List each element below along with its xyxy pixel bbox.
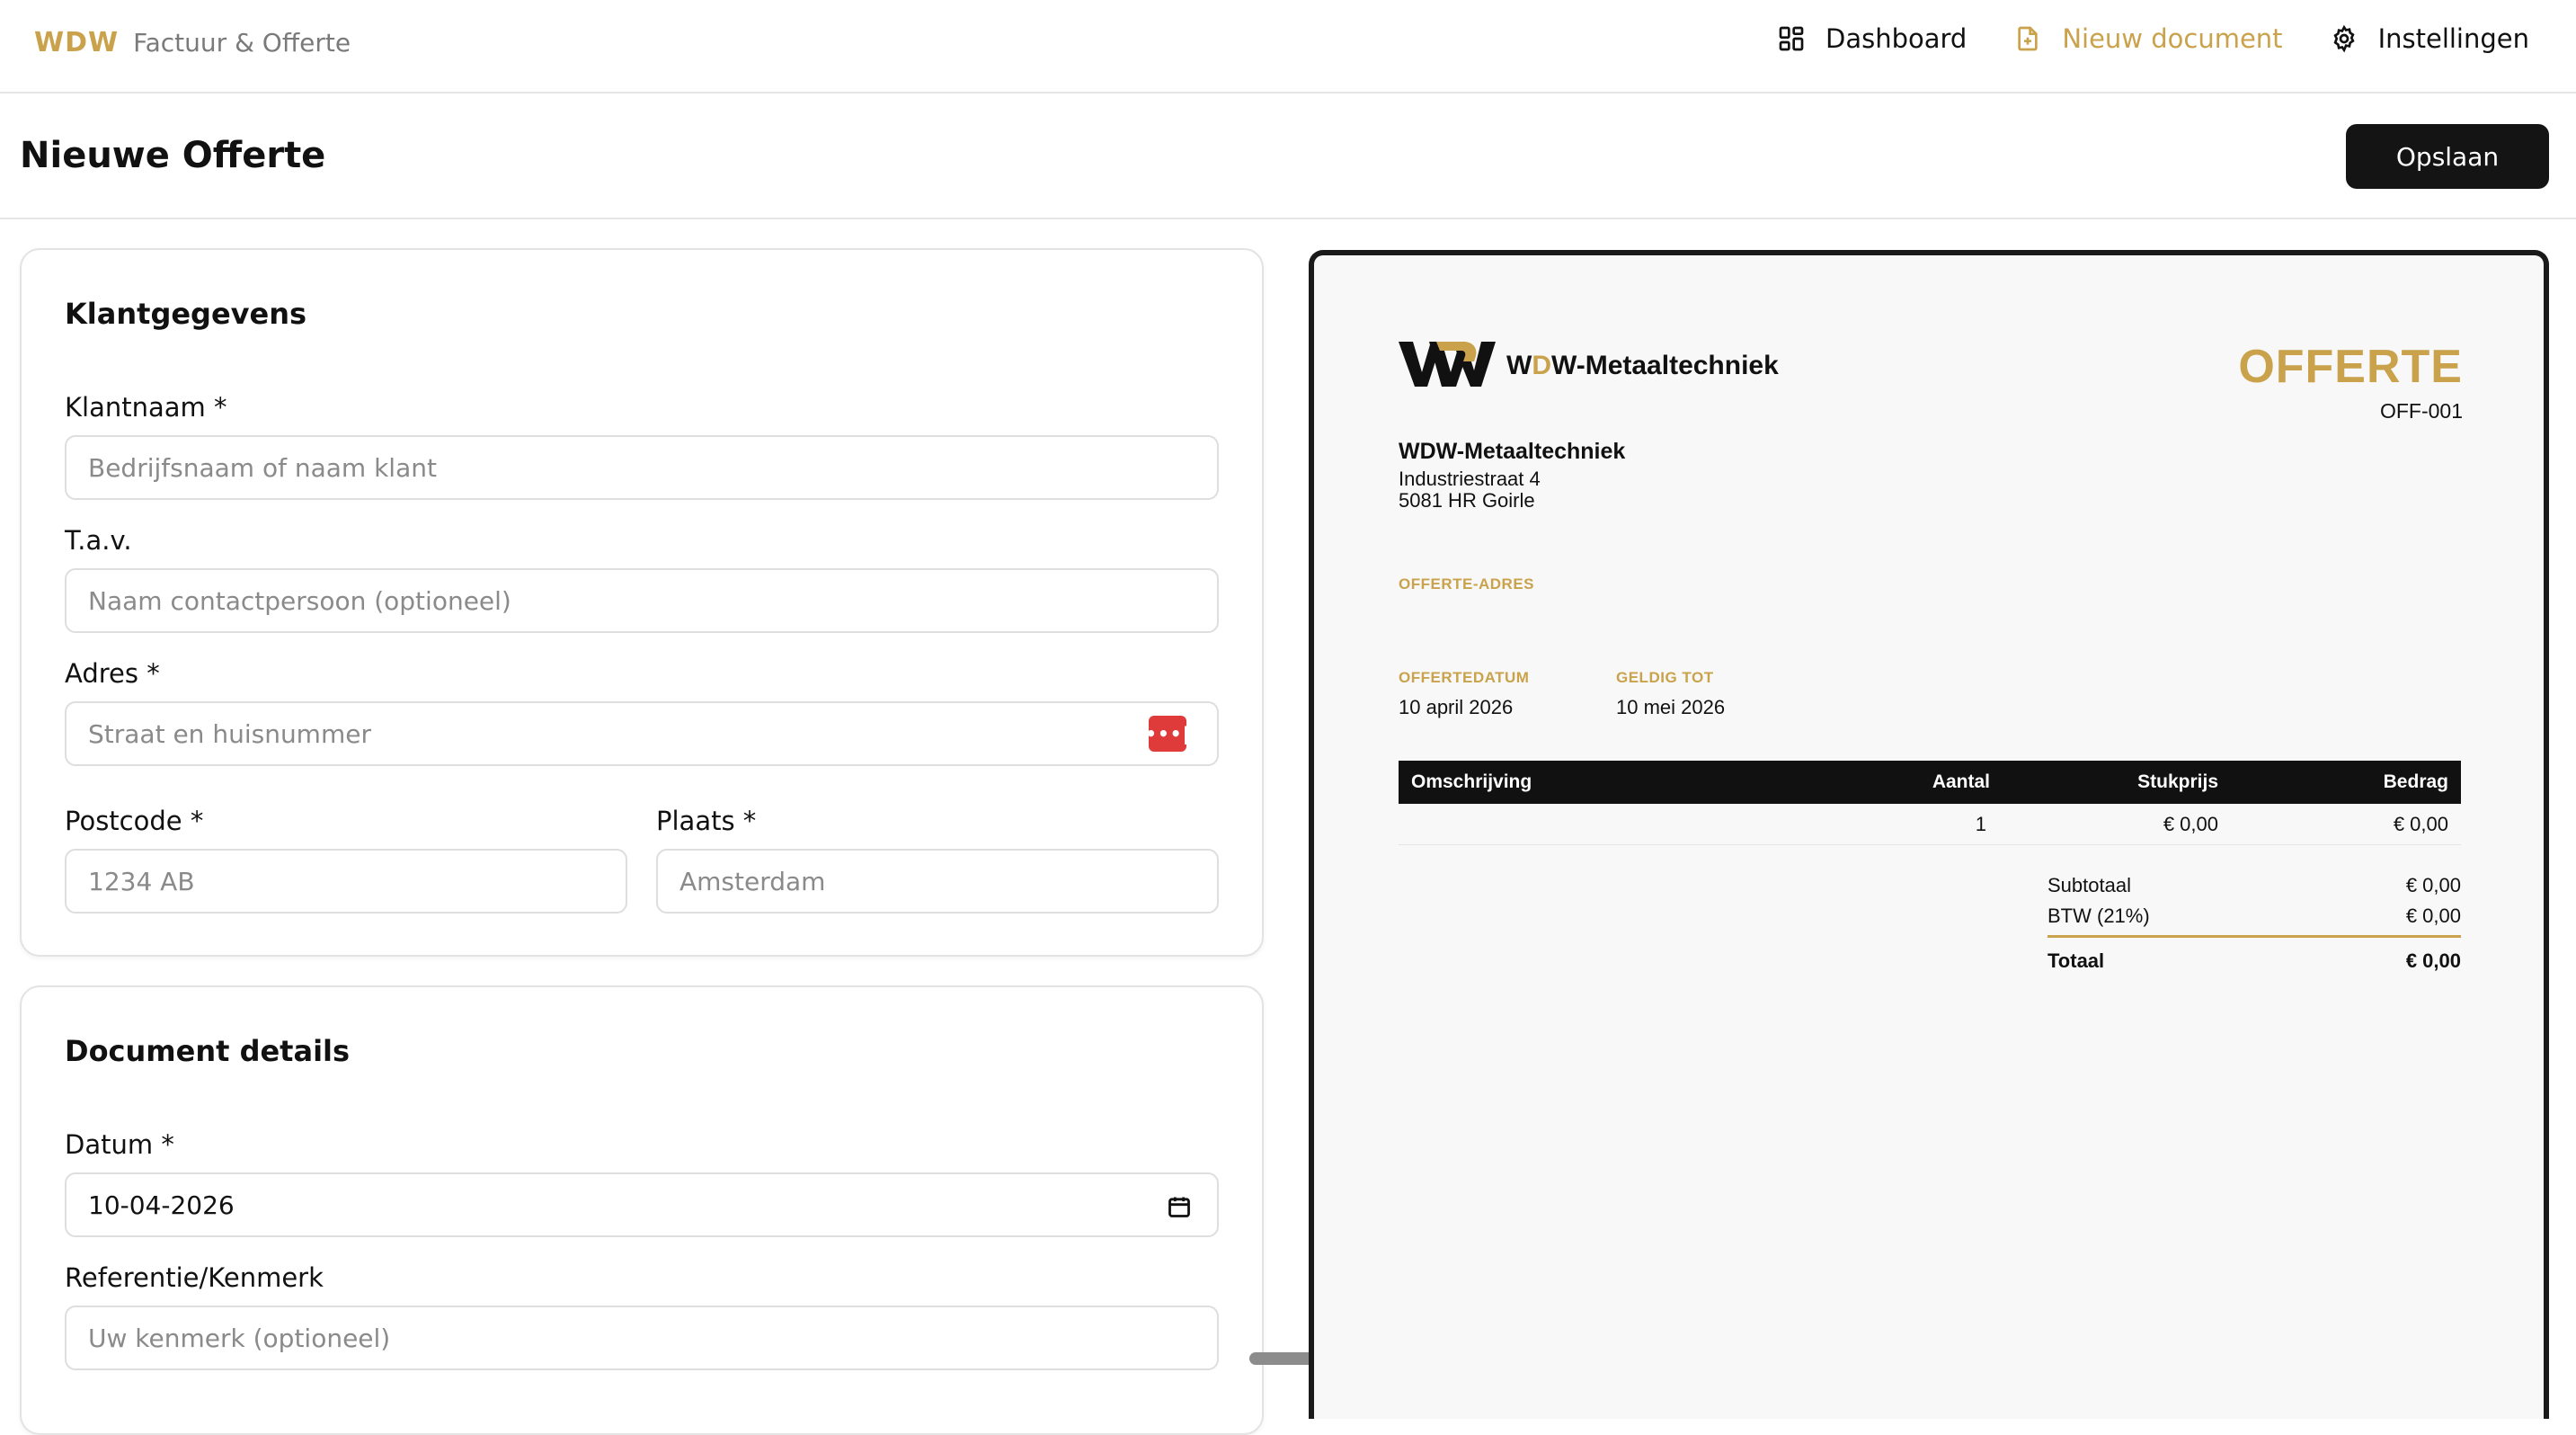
attn-input[interactable]: Naam contactpersoon (optioneel): [65, 568, 1219, 633]
brand-subtitle: Factuur & Offerte: [133, 28, 351, 58]
preview-valid-label: GELDIG TOT: [1616, 669, 1714, 686]
preview-address-label: OFFERTE-ADRES: [1399, 575, 1534, 593]
vat-row: BTW (21%) € 0,00: [2047, 905, 2461, 928]
city-input[interactable]: Amsterdam: [656, 849, 1219, 914]
vat-label: BTW (21%): [2047, 905, 2150, 927]
dashboard-icon: [1779, 26, 1804, 51]
nav-settings-label: Instellingen: [2377, 23, 2529, 54]
subtotal-row: Subtotaal € 0,00: [2047, 874, 2461, 897]
document-details-card: Document details Datum * 10-04-2026 Refe…: [20, 985, 1264, 1435]
page-header: Nieuwe Offerte Opslaan: [0, 94, 2576, 219]
nav-settings[interactable]: Instellingen: [2330, 23, 2529, 54]
subtotal-value: € 0,00: [2405, 874, 2461, 896]
total-divider: [2047, 935, 2461, 938]
attn-label: T.a.v.: [65, 525, 132, 556]
nav-dashboard[interactable]: Dashboard: [1777, 23, 1967, 54]
company-name-prefix: W: [1506, 351, 1532, 380]
preview-date-label: OFFERTEDATUM: [1399, 669, 1530, 686]
nav-dashboard-label: Dashboard: [1825, 23, 1968, 54]
preview-company-name: WDW-Metaaltechniek: [1506, 351, 1779, 381]
city-label: Plaats *: [656, 806, 757, 836]
address-placeholder: Straat en huisnummer: [88, 718, 371, 749]
main-nav: Dashboard Nieuw document Instellingen: [1777, 23, 2529, 54]
col-unit-price: Stukprijs: [2137, 771, 2218, 792]
company-name-suffix: W-Metaaltechniek: [1551, 351, 1779, 380]
document-preview: WDW-Metaaltechniek OFFERTE OFF-001 WDW-M…: [1309, 250, 2549, 1419]
calendar-icon[interactable]: [1167, 1194, 1192, 1219]
col-quantity: Aantal: [1932, 771, 1990, 792]
save-button[interactable]: Opslaan: [2346, 124, 2549, 189]
preview-valid-value: 10 mei 2026: [1616, 696, 1726, 718]
subtotal-label: Subtotaal: [2047, 874, 2131, 896]
details-card-title: Document details: [65, 1034, 351, 1068]
postcode-input[interactable]: 1234 AB: [65, 849, 627, 914]
table-row: 1 € 0,00 € 0,00: [1399, 804, 2461, 845]
vat-value: € 0,00: [2405, 905, 2461, 927]
date-label: Datum *: [65, 1129, 174, 1160]
preview-doc-number: OFF-001: [2379, 399, 2463, 423]
brand[interactable]: WDW Factuur & Offerte: [34, 27, 351, 58]
total-row: Totaal € 0,00: [2047, 949, 2461, 973]
client-name-label: Klantnaam *: [65, 392, 227, 423]
company-name-highlight: D: [1532, 351, 1551, 380]
row-amount: € 0,00: [2393, 813, 2448, 835]
preview-doc-type: OFFERTE: [2238, 341, 2463, 393]
preview-sender-name: WDW-Metaaltechniek: [1399, 439, 1626, 464]
postcode-label: Postcode *: [65, 806, 204, 836]
col-amount: Bedrag: [2383, 771, 2448, 792]
client-name-input[interactable]: Bedrijfsnaam of naam klant: [65, 435, 1219, 500]
col-description: Omschrijving: [1411, 771, 1532, 792]
reference-label: Referentie/Kenmerk: [65, 1262, 324, 1293]
page-title: Nieuwe Offerte: [20, 135, 326, 176]
company-logo-icon: [1399, 342, 1496, 387]
gear-icon: [2333, 24, 2355, 53]
address-label: Adres *: [65, 658, 160, 689]
top-navigation: WDW Factuur & Offerte Dashboard Nieuw do…: [0, 0, 2576, 94]
row-unit-price: € 0,00: [2163, 813, 2218, 835]
password-manager-icon[interactable]: •••|: [1145, 716, 1189, 752]
reference-input[interactable]: Uw kenmerk (optioneel): [65, 1306, 1219, 1370]
brand-mark: WDW: [34, 27, 120, 58]
preview-table-header: Omschrijving Aantal Stukprijs Bedrag: [1399, 761, 2461, 804]
total-value: € 0,00: [2405, 949, 2461, 972]
client-details-card: Klantgegevens Klantnaam * Bedrijfsnaam o…: [20, 248, 1264, 957]
preview-date-value: 10 april 2026: [1399, 696, 1514, 718]
nav-new-document[interactable]: Nieuw document: [2013, 23, 2283, 54]
preview-sender-city: 5081 HR Goirle: [1399, 489, 1535, 512]
total-label: Totaal: [2047, 949, 2105, 972]
preview-sender-street: Industriestraat 4: [1399, 468, 1541, 490]
client-card-title: Klantgegevens: [65, 297, 307, 331]
address-input[interactable]: Straat en huisnummer •••|: [65, 701, 1219, 766]
file-plus-icon: [2018, 26, 2038, 51]
nav-new-document-label: Nieuw document: [2062, 23, 2283, 54]
date-value: 10-04-2026: [88, 1190, 235, 1220]
row-quantity: 1: [1975, 813, 1986, 835]
date-input[interactable]: 10-04-2026: [65, 1172, 1219, 1237]
